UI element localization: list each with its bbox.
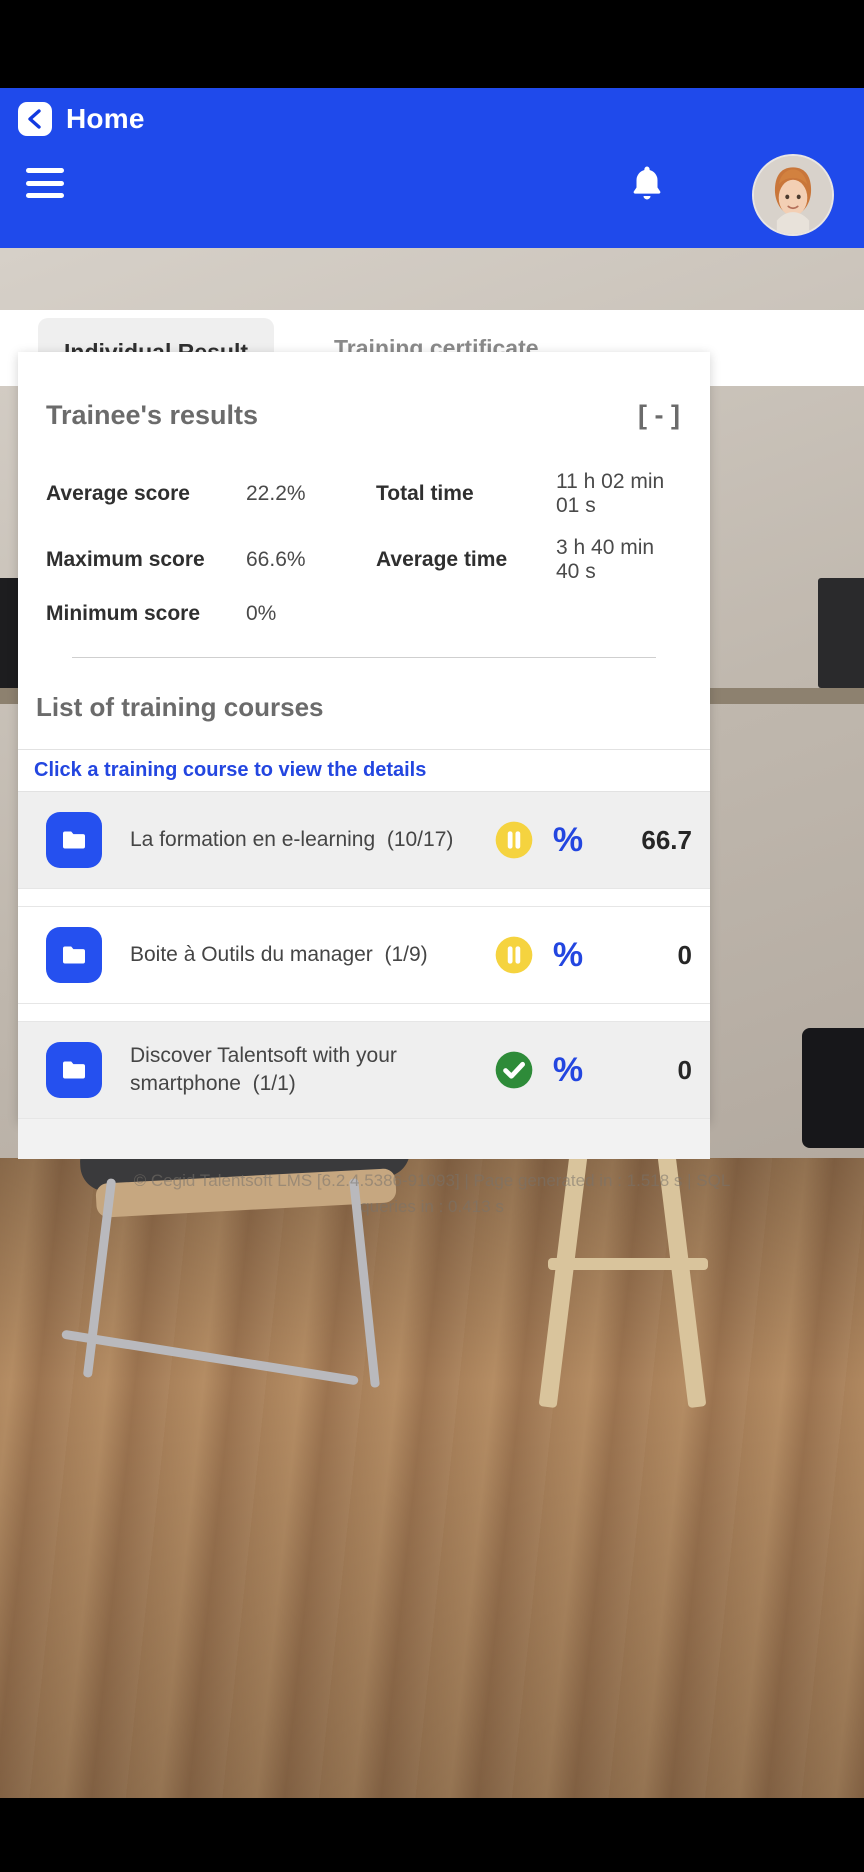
list-separator — [18, 1004, 710, 1022]
course-score: 0 — [677, 1054, 692, 1085]
page-title: Home — [66, 103, 145, 134]
back-row[interactable]: Home — [18, 102, 145, 136]
list-item-label: La formation en e-learning (10/17) — [130, 826, 492, 854]
status-bar — [0, 0, 864, 88]
hamburger-bar — [26, 168, 64, 173]
collapse-toggle[interactable]: [ - ] — [638, 400, 680, 431]
hamburger-icon[interactable] — [26, 168, 64, 198]
background-floor — [0, 1158, 864, 1798]
course-progress: (10/17) — [386, 827, 454, 851]
chevron-left-icon[interactable] — [18, 102, 52, 136]
footer-credit: © Cegid Talentsoft LMS [6.2.4.5386-91093… — [0, 1168, 864, 1219]
stat-label — [376, 593, 556, 635]
stat-label: Average time — [376, 548, 508, 571]
app-bar: Home — [0, 88, 864, 248]
check-circle-icon — [492, 1048, 536, 1092]
course-hint: Click a training course to view the deta… — [18, 749, 710, 792]
list-item[interactable]: La formation en e-learning (10/17) % 66.… — [18, 792, 710, 889]
hamburger-bar — [26, 193, 64, 198]
stat-label: Minimum score — [46, 602, 201, 625]
list-separator — [18, 889, 710, 907]
percent-icon: % — [552, 935, 584, 974]
stat-value: 3 h 40 min 40 s — [556, 536, 655, 583]
course-name: La formation en e-learning — [130, 827, 376, 851]
table-row: Average score 22.2% Total time 11 h 02 m… — [46, 461, 682, 527]
footer-credit-line1: © Cegid Talentsoft LMS [6.2.4.5386-91093… — [133, 1171, 731, 1190]
stat-label: Maximum score — [46, 548, 205, 571]
course-score: 66.7 — [641, 824, 692, 855]
folder-icon — [46, 812, 102, 868]
list-item[interactable]: Boite à Outils du manager (1/9) % 0 — [18, 907, 710, 1004]
table-row: Maximum score 66.6% Average time 3 h 40 … — [46, 527, 682, 593]
stat-value: 11 h 02 min 01 s — [556, 470, 665, 517]
background-panel-right — [818, 578, 864, 688]
section-title: List of training courses — [36, 692, 324, 722]
mobile-screen: Home Training certificate Trainee's resu… — [0, 0, 864, 1872]
folder-icon — [46, 927, 102, 983]
background-trestle-brace — [548, 1258, 708, 1270]
stat-value: 66.6% — [246, 548, 306, 571]
course-progress: (1/9) — [384, 942, 428, 966]
course-name: Boite à Outils du manager — [130, 942, 373, 966]
hamburger-bar — [26, 180, 64, 186]
list-item[interactable]: Discover Talentsoft with your smartphone… — [18, 1022, 710, 1119]
percent-icon: % — [552, 1050, 584, 1089]
notification-bell-icon[interactable] — [626, 162, 668, 204]
stat-label: Average score — [46, 482, 190, 505]
folder-icon — [46, 1042, 102, 1098]
pause-circle-icon — [492, 933, 536, 977]
percent-icon: % — [552, 820, 584, 859]
course-progress: (1/1) — [252, 1072, 296, 1095]
pause-circle-icon — [492, 818, 536, 862]
card-footer — [18, 1119, 710, 1159]
stats-table: Average score 22.2% Total time 11 h 02 m… — [18, 461, 710, 658]
footer-credit-line2: queries in : 0.413 s — [360, 1196, 504, 1216]
table-row: Minimum score 0% — [46, 593, 682, 635]
card-title: Trainee's results — [46, 400, 259, 430]
course-score: 0 — [677, 939, 692, 970]
trainee-results-card: Trainee's results [ - ] Average score 22… — [18, 352, 710, 1159]
stat-value: 22.2% — [246, 482, 306, 505]
stat-value: 0% — [246, 602, 277, 625]
list-item-label: Boite à Outils du manager (1/9) — [130, 941, 492, 969]
card-header: Trainee's results [ - ] — [18, 352, 710, 461]
stat-value — [556, 593, 682, 635]
stat-label: Total time — [376, 482, 474, 505]
list-item-label: Discover Talentsoft with your smartphone… — [130, 1042, 492, 1099]
background-object-right — [802, 1028, 864, 1148]
avatar[interactable] — [752, 154, 834, 236]
